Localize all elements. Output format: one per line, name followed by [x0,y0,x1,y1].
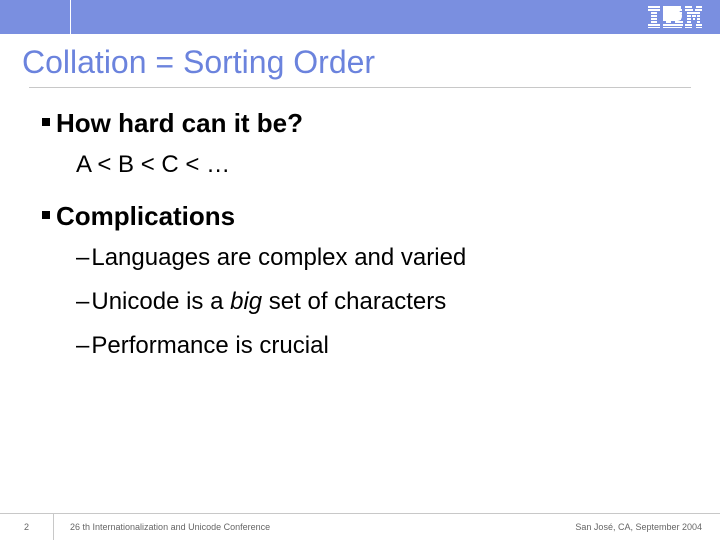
bullet-heading: Complications [56,201,235,232]
dash-icon: – [76,332,89,359]
footer-location: San José, CA, September 2004 [575,522,720,532]
dash-icon: – [76,288,89,315]
bullet-heading: How hard can it be? [56,108,303,139]
slide-footer: 2 26 th Internationalization and Unicode… [0,513,720,540]
slide-title: Collation = Sorting Order [0,34,720,87]
sub-bullet-emphasis: big [230,288,262,315]
footer-conference: 26 th Internationalization and Unicode C… [54,522,575,532]
sub-bullet-text-part1: Unicode is a [91,288,230,315]
top-bar-divider [70,0,71,34]
sub-bullet-languages: –Languages are complex and varied [76,244,698,272]
bullet-complications: Complications [42,201,698,232]
bullet-sequence: A < B < C < … [76,151,698,179]
footer-row: 2 26 th Internationalization and Unicode… [0,514,720,540]
ibm-logo-icon [648,6,702,28]
sub-bullet-unicode: –Unicode is a big set of characters [76,288,698,316]
top-bar [0,0,720,34]
sub-bullet-text: Languages are complex and varied [91,244,466,271]
square-bullet-icon [42,211,50,219]
sub-bullet-text: Performance is crucial [91,332,328,359]
page-number: 2 [0,514,54,540]
sub-bullet-performance: –Performance is crucial [76,332,698,360]
sub-bullet-text-part2: set of characters [262,288,446,315]
slide: Collation = Sorting Order How hard can i… [0,0,720,540]
bullet-how-hard: How hard can it be? [42,108,698,139]
dash-icon: – [76,244,89,271]
square-bullet-icon [42,118,50,126]
slide-body: How hard can it be? A < B < C < … Compli… [0,88,720,360]
